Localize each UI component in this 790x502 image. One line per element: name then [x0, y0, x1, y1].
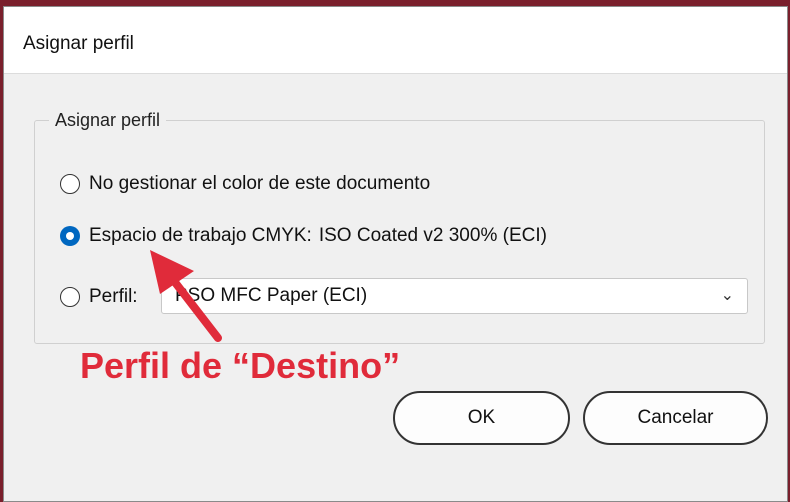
- ok-button-label: OK: [467, 407, 496, 428]
- option-profile[interactable]: Perfil:: [60, 286, 138, 308]
- chevron-down-icon: ⌄: [720, 287, 734, 304]
- cancel-button[interactable]: Cancelar: [583, 391, 768, 445]
- annotation-label: Perfil de “Destino”: [80, 345, 401, 386]
- profile-select-value: PSO MFC Paper (ECI): [175, 285, 368, 306]
- dialog-titlebar: Asignar perfil: [4, 7, 787, 74]
- option-no-color-management[interactable]: No gestionar el color de este documento: [60, 173, 430, 195]
- group-label: Asignar perfil: [55, 110, 161, 130]
- radio-profile[interactable]: [60, 287, 80, 307]
- radio-cmyk-workspace[interactable]: [60, 226, 80, 246]
- ok-button[interactable]: OK: [393, 391, 570, 445]
- option-profile-label: Perfil:: [89, 286, 138, 307]
- profile-select[interactable]: PSO MFC Paper (ECI) ⌄: [161, 278, 748, 314]
- cancel-button-label: Cancelar: [637, 407, 714, 428]
- option-cmyk-workspace-label: Espacio de trabajo CMYK:: [89, 225, 312, 246]
- option-cmyk-workspace[interactable]: Espacio de trabajo CMYK: ISO Coated v2 3…: [60, 225, 547, 247]
- cmyk-workspace-value: ISO Coated v2 300% (ECI): [318, 225, 547, 246]
- option-no-color-management-label: No gestionar el color de este documento: [89, 173, 431, 194]
- radio-no-color-management[interactable]: [60, 174, 80, 194]
- dialog-title: Asignar perfil: [23, 33, 134, 54]
